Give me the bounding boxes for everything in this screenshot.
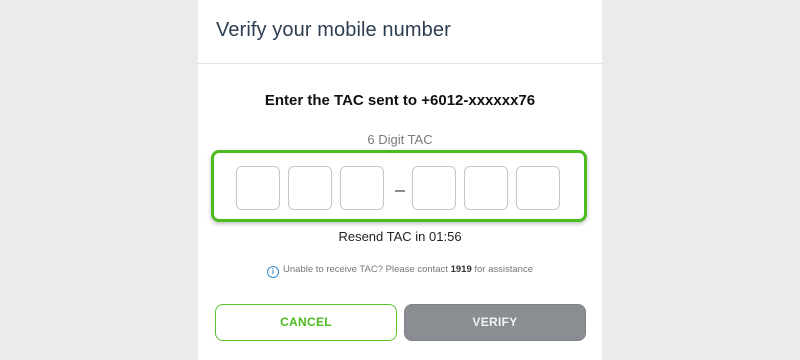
help-text-before: Unable to receive TAC? Please contact [283,264,451,275]
tac-input-group [211,150,587,222]
resend-tac-countdown: Resend TAC in 01:56 [338,229,462,244]
tac-digit-5[interactable] [464,166,508,210]
dialog-header: Verify your mobile number [198,0,602,64]
help-text-after: for assistance [471,264,533,275]
info-icon: i [267,266,280,278]
tac-digit-2[interactable] [288,166,332,210]
tac-digit-4[interactable] [412,166,456,210]
cancel-button[interactable]: CANCEL [215,304,397,341]
tac-digit-3[interactable] [340,166,384,210]
tac-field-label: 6 Digit TAC [367,132,433,147]
help-text: i Unable to receive TAC? Please contact 1… [198,264,602,278]
tac-instruction: Enter the TAC sent to +6012-xxxxxx76 [264,92,536,109]
tac-digit-1[interactable] [236,166,280,210]
tac-digit-6[interactable] [516,166,560,210]
dialog-title: Verify your mobile number [216,19,451,41]
verify-button[interactable]: VERIFY [404,304,586,341]
help-contact-number: 1919 [450,264,472,275]
verify-mobile-dialog: Verify your mobile number Enter the TAC … [198,0,602,360]
tac-separator [395,190,405,192]
